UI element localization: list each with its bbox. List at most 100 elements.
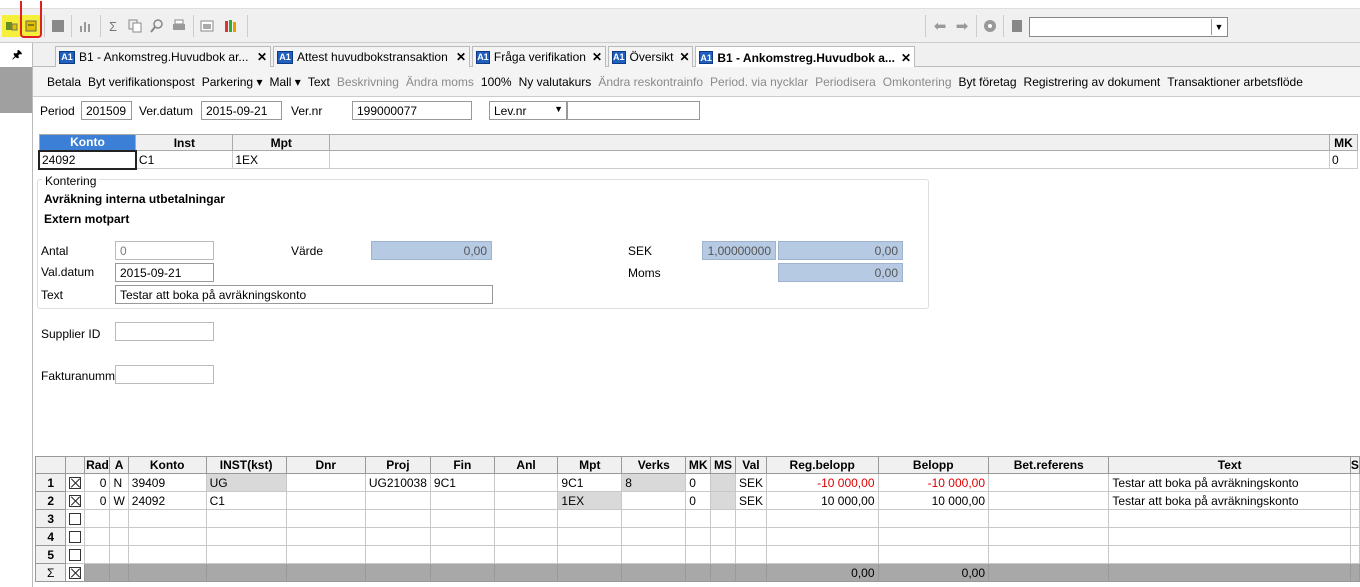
column-header[interactable]: Text <box>1108 456 1351 474</box>
verks-cell[interactable]: 8 <box>621 473 687 492</box>
copy-entry-icon[interactable] <box>21 16 41 36</box>
menu-item[interactable]: 100% <box>481 75 512 89</box>
reg-cell[interactable] <box>765 509 879 528</box>
mk-cell[interactable]: 0 <box>685 473 712 492</box>
mpt-cell[interactable] <box>557 509 623 528</box>
column-header[interactable]: Reg.belopp <box>765 456 879 474</box>
find-icon[interactable] <box>147 16 167 36</box>
column-header[interactable]: INST(kst) <box>205 456 287 474</box>
row-number[interactable]: 4 <box>34 527 67 546</box>
column-header[interactable]: Belopp <box>877 456 990 474</box>
menu-item[interactable]: Betala <box>47 75 81 89</box>
mk-cell[interactable] <box>685 509 712 528</box>
menu-item[interactable]: Transaktioner arbetsflöde <box>1167 75 1303 89</box>
ms-cell[interactable] <box>710 509 736 528</box>
inst-cell[interactable]: C1 <box>205 491 287 510</box>
fakturanummer-field[interactable] <box>115 365 214 384</box>
inst-cell[interactable] <box>205 509 287 528</box>
column-header[interactable]: Dnr <box>285 456 366 474</box>
window-icon[interactable] <box>197 16 217 36</box>
konto-cell[interactable] <box>127 509 207 528</box>
inst-cell[interactable] <box>205 545 287 564</box>
column-header[interactable]: Mpt <box>557 456 623 474</box>
row-checkbox[interactable] <box>69 495 82 508</box>
verdatum-field[interactable]: 2015-09-21 <box>201 101 282 120</box>
close-icon[interactable]: ✕ <box>674 50 690 64</box>
inst-cell[interactable]: UG <box>205 473 287 492</box>
belopp-cell[interactable]: 10 000,00 <box>877 491 990 510</box>
text-cell[interactable] <box>1108 509 1351 528</box>
forward-arrow-icon[interactable]: ➡ <box>952 16 972 36</box>
tab-ankomstreg-active[interactable]: A1 B1 - Ankomstreg.Huvudbok a... ✕ <box>695 46 915 68</box>
belopp-cell[interactable] <box>877 545 990 564</box>
text-cell[interactable] <box>1108 527 1351 546</box>
levnr-field[interactable] <box>567 101 700 120</box>
column-header[interactable]: S <box>1349 456 1360 474</box>
navigation-select[interactable]: ▼ <box>1029 17 1228 37</box>
column-header[interactable]: Inst <box>135 134 234 151</box>
a-cell[interactable] <box>109 545 129 564</box>
row-number[interactable]: 2 <box>34 491 67 510</box>
belopp-cell[interactable]: -10 000,00 <box>877 473 990 492</box>
rad-cell[interactable]: 0 <box>84 491 111 510</box>
row-number[interactable]: 1 <box>34 473 67 492</box>
row-checkbox[interactable] <box>69 477 82 490</box>
menu-item[interactable]: Registrering av dokument <box>1024 75 1161 89</box>
column-header[interactable]: Val <box>734 456 767 474</box>
tab-ankomstreg-1[interactable]: A1 B1 - Ankomstreg.Huvudbok ar... ✕ <box>55 46 271 67</box>
row-checkbox[interactable] <box>69 549 82 562</box>
print-icon[interactable] <box>169 16 189 36</box>
tab-attest[interactable]: A1 Attest huvudbokstransaktion ✕ <box>273 46 470 67</box>
betref-cell[interactable] <box>988 491 1110 510</box>
period-field[interactable]: 201509 <box>81 101 132 120</box>
close-icon[interactable]: ✕ <box>895 51 911 65</box>
val-cell[interactable] <box>734 527 767 546</box>
menu-item[interactable]: Mall ▾ <box>269 75 300 89</box>
column-header[interactable]: MK <box>1328 134 1359 151</box>
levnr-select[interactable]: Lev.nr ▼ <box>489 101 567 120</box>
belopp-cell[interactable] <box>877 509 990 528</box>
s-cell[interactable] <box>1349 491 1360 510</box>
menu-item[interactable]: Parkering ▾ <box>202 75 263 89</box>
anl-cell[interactable] <box>493 545 559 564</box>
a-cell[interactable]: W <box>109 491 129 510</box>
ms-cell[interactable] <box>710 545 736 564</box>
column-header[interactable]: Anl <box>493 456 559 474</box>
reg-cell[interactable] <box>765 545 879 564</box>
text-cell[interactable] <box>1108 545 1351 564</box>
proj-cell[interactable] <box>364 491 431 510</box>
anl-cell[interactable] <box>493 491 559 510</box>
record-icon[interactable] <box>980 16 1000 36</box>
column-header[interactable]: MK <box>685 456 712 474</box>
val-cell[interactable] <box>734 545 767 564</box>
verks-cell[interactable] <box>621 527 687 546</box>
tab-oversikt[interactable]: A1 Översikt ✕ <box>608 46 693 67</box>
verks-cell[interactable] <box>621 545 687 564</box>
fin-cell[interactable] <box>429 491 495 510</box>
a-cell[interactable] <box>109 509 129 528</box>
konto-cell[interactable]: 39409 <box>127 473 207 492</box>
menu-item[interactable]: Ändra reskontrainfo <box>598 75 703 89</box>
inst-cell[interactable] <box>205 527 287 546</box>
column-header[interactable]: Konto <box>127 456 207 474</box>
row-checkbox[interactable] <box>69 513 82 526</box>
column-header[interactable]: Bet.referens <box>988 456 1110 474</box>
a-cell[interactable]: N <box>109 473 129 492</box>
vernr-field[interactable]: 199000077 <box>352 101 472 120</box>
verks-cell[interactable] <box>621 491 687 510</box>
menu-item[interactable]: Text <box>308 75 330 89</box>
mk-cell[interactable] <box>685 527 712 546</box>
konto-cell[interactable]: 24092 <box>38 149 137 170</box>
rad-cell[interactable] <box>84 527 111 546</box>
column-header[interactable]: Konto <box>38 134 137 151</box>
fin-cell[interactable] <box>429 509 495 528</box>
mpt-cell[interactable] <box>557 545 623 564</box>
anl-cell[interactable] <box>493 473 559 492</box>
new-entry-icon[interactable] <box>2 16 22 36</box>
menu-item[interactable]: Ny valutakurs <box>519 75 592 89</box>
pin-icon[interactable]: 🖈 <box>12 46 22 65</box>
dnr-cell[interactable] <box>285 473 366 492</box>
text-cell[interactable]: Testar att boka på avräkningskonto <box>1108 473 1351 492</box>
supplier-id-field[interactable] <box>115 322 214 341</box>
column-header[interactable]: Mpt <box>232 134 331 151</box>
